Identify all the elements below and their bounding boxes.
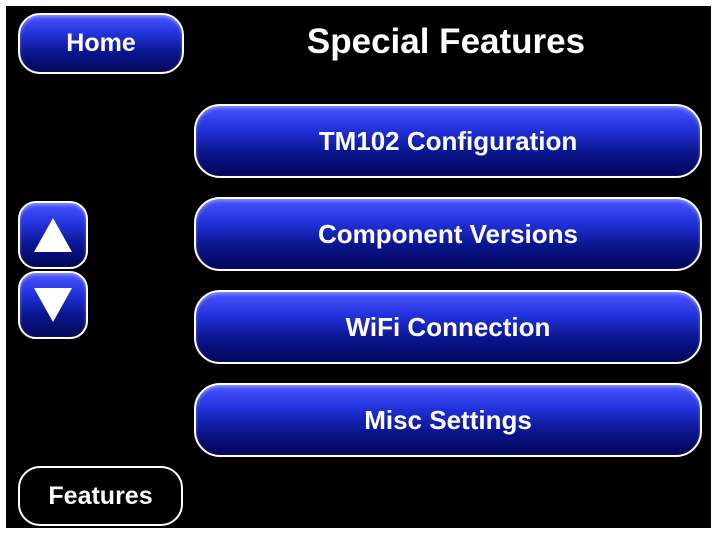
triangle-up-icon [31,215,75,255]
scroll-up-button[interactable] [18,201,88,269]
menu-item-label: TM102 Configuration [318,125,578,156]
menu-item-label: Component Versions [317,218,579,249]
home-button-label: Home [66,29,136,57]
triangle-down-icon [31,285,75,325]
home-button[interactable]: Home [18,13,184,74]
menu-item-label: WiFi Connection [345,311,551,342]
page-title: Special Features [306,22,586,61]
tm102-configuration-button[interactable]: TM102 Configuration [194,104,702,178]
features-button-label: Features [48,481,153,510]
wifi-connection-button[interactable]: WiFi Connection [194,290,702,364]
component-versions-button[interactable]: Component Versions [194,197,702,271]
screen: Home Special Features TM102 Configuratio… [6,6,711,528]
features-button[interactable]: Features [18,466,183,526]
misc-settings-button[interactable]: Misc Settings [194,383,702,457]
scroll-down-button[interactable] [18,271,88,339]
menu-item-label: Misc Settings [364,404,532,435]
